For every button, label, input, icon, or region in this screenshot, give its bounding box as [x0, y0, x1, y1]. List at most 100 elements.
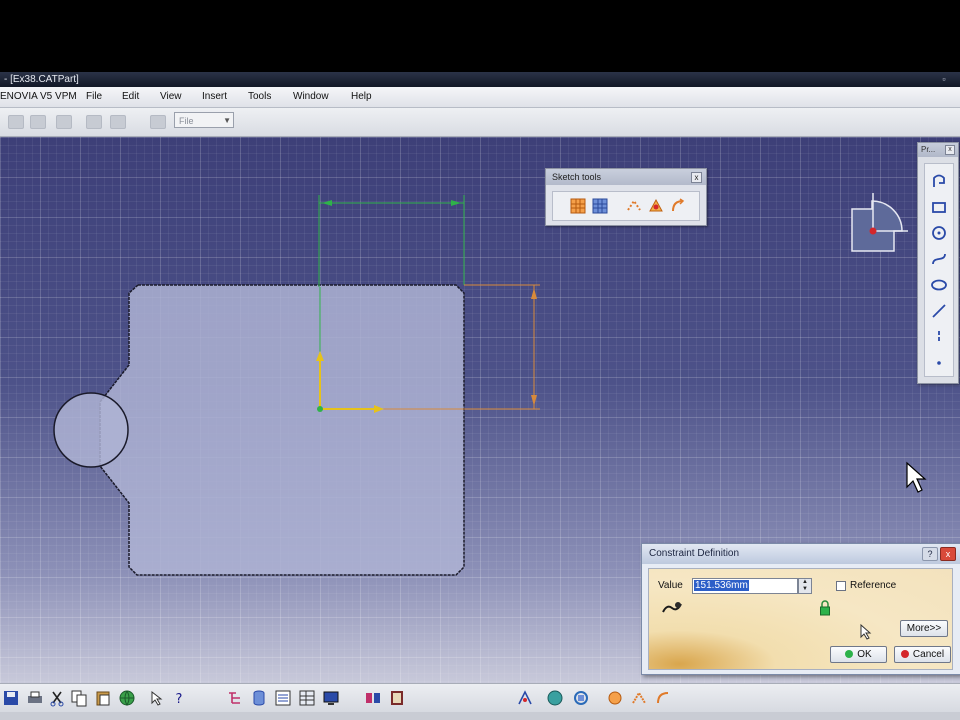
monitor-icon[interactable] — [322, 689, 340, 707]
green-arrow-right — [451, 200, 461, 206]
dimensional-constraints-icon[interactable] — [669, 197, 687, 215]
snap-to-point-icon[interactable] — [591, 197, 609, 215]
value-input-text: 151.536mm — [694, 580, 749, 591]
top-toolbar — [0, 108, 960, 137]
lock-icon — [820, 600, 830, 616]
close-icon[interactable]: x — [940, 547, 956, 561]
profile-icon[interactable] — [930, 172, 948, 190]
paste-icon[interactable] — [94, 689, 112, 707]
chevron-down-icon: ▼ — [223, 116, 231, 125]
spline-icon[interactable] — [930, 250, 948, 268]
tree-icon[interactable] — [226, 689, 244, 707]
undo-icon[interactable] — [8, 115, 24, 129]
ellipse-icon[interactable] — [930, 276, 948, 294]
value-spinner[interactable]: ▲ ▼ — [798, 578, 812, 594]
bottom-toolbar: ? — [0, 683, 960, 713]
line-icon[interactable] — [930, 302, 948, 320]
sketch-profile — [99, 284, 465, 576]
help-icon[interactable]: ? — [922, 547, 938, 561]
compass-icon[interactable] — [846, 193, 908, 255]
profile-palette[interactable]: Pr... x — [917, 142, 959, 384]
menu-help[interactable]: Help — [351, 91, 372, 102]
columns-icon[interactable] — [364, 689, 382, 707]
cancel-button-label: Cancel — [912, 649, 945, 660]
copy-icon[interactable] — [70, 689, 88, 707]
rotate-icon[interactable] — [572, 689, 590, 707]
green-arrow-left — [322, 200, 332, 206]
ok-button-label: OK — [857, 649, 872, 660]
pan-icon[interactable] — [546, 689, 564, 707]
sketch-circle — [53, 392, 129, 468]
menu-tools[interactable]: Tools — [248, 91, 271, 102]
screen-top-band — [0, 0, 960, 72]
ok-icon — [845, 650, 854, 658]
help-icon[interactable]: ? — [170, 689, 188, 707]
database-icon[interactable] — [250, 689, 268, 707]
normal-view-icon[interactable] — [606, 689, 624, 707]
axis-origin — [317, 406, 323, 412]
list-icon[interactable] — [274, 689, 292, 707]
axis-icon[interactable] — [930, 328, 948, 346]
print-icon[interactable] — [150, 115, 166, 129]
rectangle-icon[interactable] — [930, 198, 948, 216]
menu-file[interactable]: File — [86, 91, 102, 102]
cancel-icon — [900, 650, 909, 658]
menu-bar: ENOVIA V5 VPM File Edit View Insert Tool… — [0, 87, 960, 108]
reference-label: Reference — [850, 580, 897, 591]
orange-arrow-top — [531, 288, 537, 299]
dialog-title-bar[interactable]: Constraint Definition ? x — [642, 544, 960, 564]
cancel-button[interactable]: Cancel — [894, 646, 951, 663]
fly-mode-icon[interactable] — [516, 689, 534, 707]
cut-icon[interactable] — [86, 115, 102, 129]
menu-edit[interactable]: Edit — [122, 91, 139, 102]
print-icon[interactable] — [26, 689, 44, 707]
menu-window[interactable]: Window — [293, 91, 329, 102]
sketch-tools-toolbar[interactable]: Sketch tools x — [545, 168, 707, 226]
profile-palette-title: Pr... — [921, 145, 936, 154]
grid-table-icon[interactable] — [298, 689, 316, 707]
book-icon[interactable] — [388, 689, 406, 707]
dialog-panel: Value 151.536mm ▲ ▼ Reference More>> OK C… — [648, 568, 953, 670]
value-label: Value — [658, 580, 683, 591]
dialog-title: Constraint Definition — [649, 548, 740, 559]
grid-icon[interactable] — [569, 197, 587, 215]
circle-icon[interactable] — [930, 224, 948, 242]
window-title: - [Ex38.CATPart] — [4, 74, 79, 85]
copy-icon[interactable] — [110, 115, 126, 129]
sketch-tools-body — [552, 191, 700, 221]
file-select-value: File — [179, 116, 194, 126]
sketch-view-icon[interactable] — [630, 689, 648, 707]
constraint-link-icon — [662, 602, 682, 613]
close-icon[interactable]: x — [945, 145, 955, 155]
construction-element-icon[interactable] — [625, 197, 643, 215]
minimize-icon[interactable]: ▫ — [938, 74, 950, 85]
constraint-definition-dialog[interactable]: Constraint Definition ? x Value 151.536m… — [641, 543, 960, 675]
point-icon[interactable] — [930, 354, 948, 372]
menu-app-label: ENOVIA V5 VPM — [0, 91, 77, 102]
profile-palette-header[interactable]: Pr... x — [918, 143, 958, 157]
title-bar: - [Ex38.CATPart] ▫ — [0, 72, 960, 87]
menu-insert[interactable]: Insert — [202, 91, 227, 102]
sketch-tools-header[interactable]: Sketch tools x — [546, 169, 706, 185]
save-icon[interactable] — [2, 689, 20, 707]
redo-icon[interactable] — [30, 115, 46, 129]
pointer-icon[interactable] — [148, 689, 166, 707]
more-button[interactable]: More>> — [900, 620, 948, 637]
eraser-icon[interactable] — [56, 115, 72, 129]
globe-icon[interactable] — [118, 689, 136, 707]
file-select[interactable]: File ▼ — [174, 112, 234, 128]
svg-text:?: ? — [176, 692, 183, 707]
menu-view[interactable]: View — [160, 91, 182, 102]
pointer-icon — [860, 623, 872, 640]
reference-checkbox[interactable] — [836, 581, 846, 591]
close-icon[interactable]: x — [691, 172, 702, 183]
orange-arrow-bottom — [531, 395, 537, 406]
sketch-tools-title: Sketch tools — [552, 172, 602, 182]
mouse-cursor-icon — [906, 461, 927, 493]
cut-part-icon[interactable] — [654, 689, 672, 707]
geometrical-constraints-icon[interactable] — [647, 197, 665, 215]
status-strip — [0, 712, 960, 720]
cut-icon[interactable] — [48, 689, 66, 707]
ok-button[interactable]: OK — [830, 646, 887, 663]
value-input[interactable]: 151.536mm — [692, 578, 798, 594]
